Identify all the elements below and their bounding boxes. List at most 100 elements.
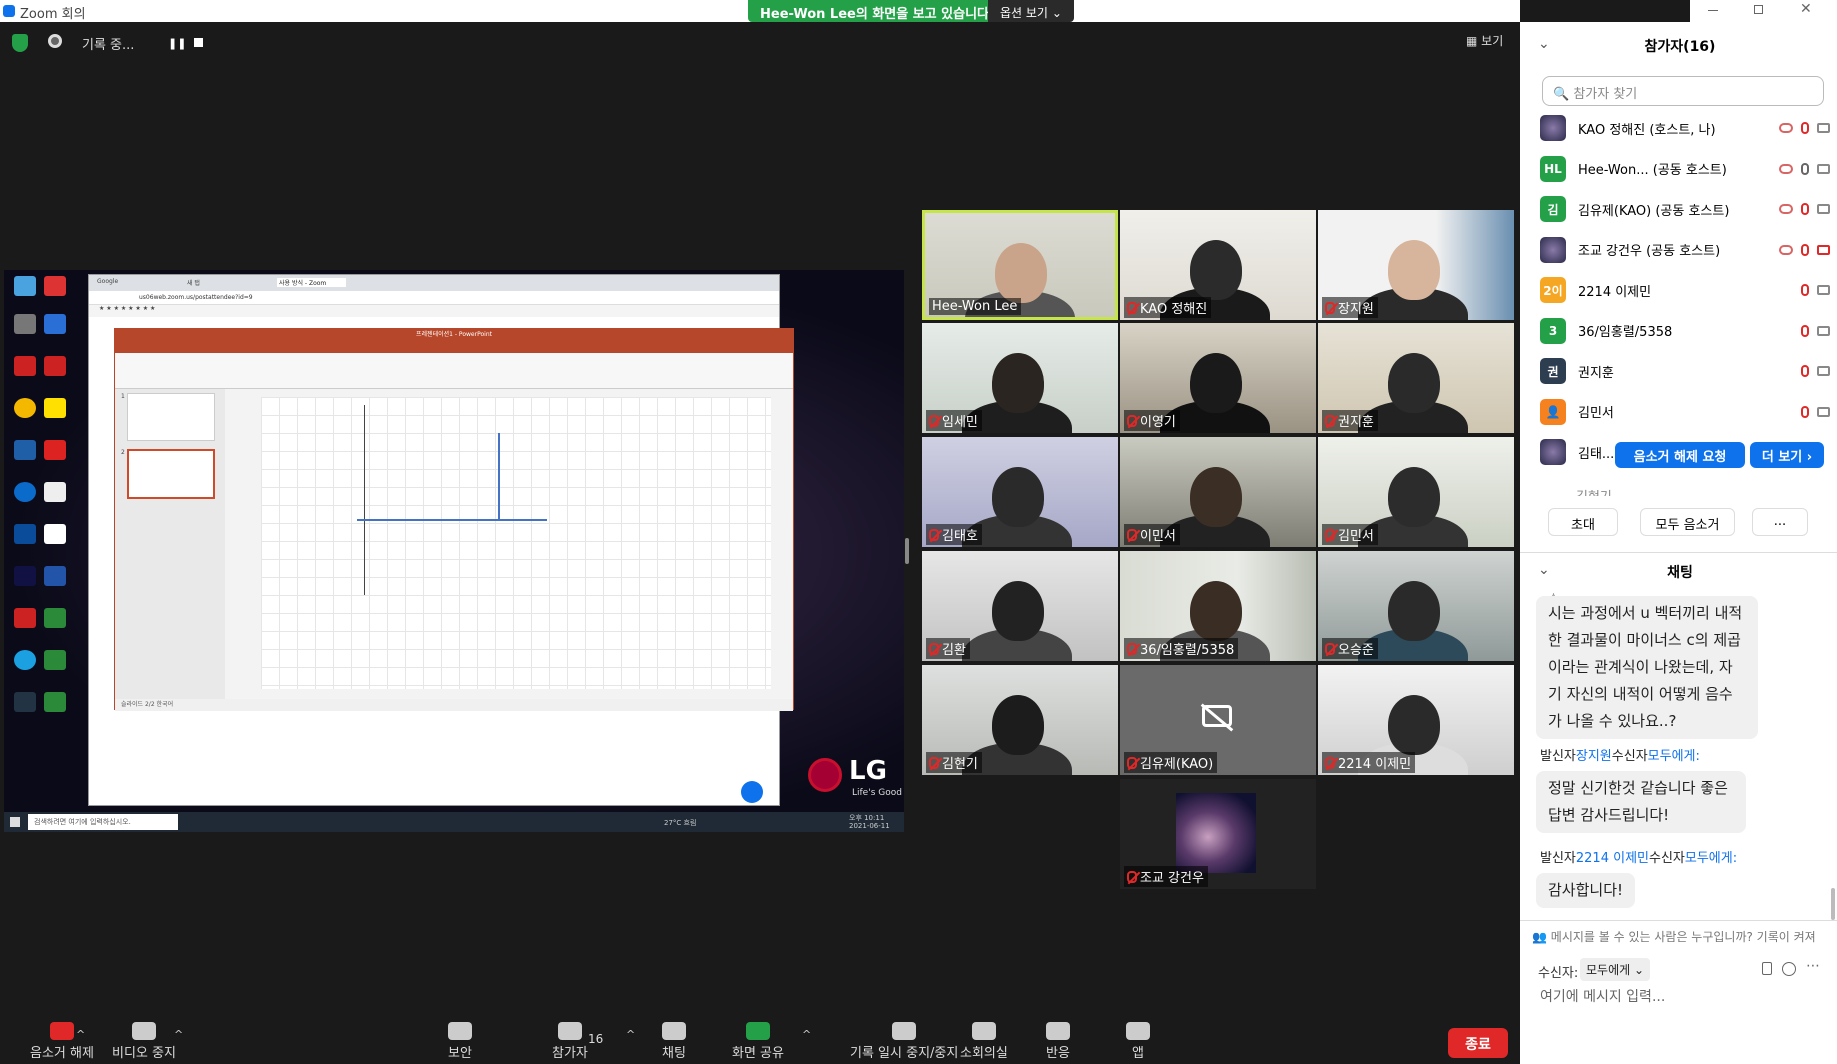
mic-muted-icon <box>1325 528 1335 541</box>
chat-more-icon[interactable]: ⋯ <box>1806 958 1820 974</box>
reactions-button[interactable]: 반응 <box>1046 1022 1070 1061</box>
video-stop-button[interactable]: 비디오 중지 <box>112 1022 176 1061</box>
chat-scrollbar[interactable] <box>1831 888 1835 920</box>
video-tile[interactable]: 김민서 <box>1318 437 1514 547</box>
participant-row[interactable]: 2이 2214 이제민 <box>1540 270 1830 310</box>
video-tile[interactable]: 김현기 <box>922 665 1118 775</box>
window-controls: ✕ <box>1690 0 1837 22</box>
participant-status-icons <box>1779 243 1830 256</box>
ppt-status-text: 슬라이드 2/2 한국어 <box>121 701 174 708</box>
sender-target[interactable]: 모두에게: <box>1648 749 1700 764</box>
browser-tab[interactable]: 새 탭 <box>187 278 200 287</box>
sender-name[interactable]: 장지원 <box>1576 749 1612 764</box>
sender-target[interactable]: 모두에게: <box>1685 851 1737 866</box>
participant-status-icons <box>1801 405 1830 418</box>
participant-row[interactable]: 김 김유제(KAO) (공동 호스트) <box>1540 189 1830 229</box>
unmute-request-button[interactable]: 음소거 해제 요청 <box>1615 442 1745 468</box>
participant-search-input[interactable]: 🔍 참가자 찾기 <box>1542 76 1824 106</box>
security-button[interactable]: 보안 <box>448 1022 472 1061</box>
video-icon <box>1817 325 1830 336</box>
slide-thumbnail[interactable] <box>127 393 215 441</box>
windows-start-icon[interactable] <box>10 817 20 827</box>
mic-muted-icon <box>929 528 939 541</box>
video-tile[interactable]: KAO 정해진 <box>1120 210 1316 320</box>
grid-icon <box>971 1022 996 1040</box>
video-tile[interactable]: 36/임홍렬/5358 <box>1120 551 1316 661</box>
participant-row[interactable]: 👤 김민서 <box>1540 392 1830 432</box>
participant-avatar: 👤 <box>1540 398 1566 425</box>
caret-up-icon[interactable]: ^ <box>802 1028 811 1041</box>
reactions-label: 반응 <box>1046 1046 1070 1061</box>
end-meeting-button[interactable]: 종료 <box>1448 1028 1508 1058</box>
video-tile[interactable]: Hee-Won Lee <box>922 210 1118 320</box>
video-tile[interactable]: 장지원 <box>1318 210 1514 320</box>
video-tile[interactable]: 조교 강건우 <box>1120 779 1316 889</box>
security-shield-icon[interactable] <box>12 34 28 52</box>
sender-name[interactable]: 2214 이제민 <box>1576 851 1649 866</box>
person-head <box>1388 581 1440 641</box>
video-tile[interactable]: 2214 이제민 <box>1318 665 1514 775</box>
pause-recording-icon[interactable]: ❚❚ <box>168 37 186 50</box>
taskbar-search[interactable]: 검색하려면 여기에 입력하십시오. <box>28 814 178 830</box>
invite-button[interactable]: 초대 <box>1548 508 1618 536</box>
person-head <box>1190 353 1242 413</box>
video-tile-name: 김민서 <box>1322 524 1378 545</box>
video-tile[interactable]: 이영기 <box>1120 323 1316 433</box>
collapse-participants-icon[interactable]: ⌄ <box>1538 36 1550 52</box>
browser-tab[interactable]: 사용 방식 - Zoom <box>277 278 347 287</box>
video-tile[interactable]: 오승준 <box>1318 551 1514 661</box>
caret-up-icon[interactable]: ^ <box>626 1028 635 1041</box>
participant-row[interactable]: 권 권지훈 <box>1540 351 1830 391</box>
video-tile-name: 김태호 <box>926 524 982 545</box>
split-divider-handle[interactable] <box>905 538 909 564</box>
breakout-rooms-button[interactable]: 소회의실 <box>960 1022 1008 1061</box>
file-icon[interactable] <box>1762 962 1772 975</box>
restore-icon[interactable] <box>1754 5 1763 14</box>
participant-status-icons <box>1801 365 1830 377</box>
chat-button[interactable]: 채팅 <box>662 1022 686 1061</box>
desktop-icon <box>14 692 36 712</box>
desktop-icon <box>44 566 66 586</box>
slide-canvas[interactable] <box>261 397 771 689</box>
stop-recording-icon[interactable] <box>194 38 203 47</box>
recipient-select[interactable]: 모두에게 ⌄ <box>1580 958 1651 981</box>
slide-thumbnail[interactable] <box>127 449 215 499</box>
pause-record-button[interactable]: 기록 일시 중지/중지 <box>850 1022 958 1061</box>
close-icon[interactable]: ✕ <box>1800 1 1812 17</box>
minimize-icon[interactable] <box>1708 10 1718 11</box>
video-tile[interactable]: 임세민 <box>922 323 1118 433</box>
address-bar[interactable]: us06web.zoom.us/postattendee?id=9 <box>89 291 779 305</box>
mute-all-button[interactable]: 모두 음소거 <box>1640 508 1735 536</box>
view-button[interactable]: ▦ 보기 <box>1466 32 1503 49</box>
video-tile[interactable]: 권지훈 <box>1318 323 1514 433</box>
grid-icon: ▦ <box>1466 34 1478 48</box>
view-options-button[interactable]: 옵션 보기 ⌄ <box>988 0 1074 22</box>
video-icon <box>1817 406 1830 417</box>
participant-name: 36/임홍렬/5358 <box>1578 325 1673 340</box>
apps-button[interactable]: 앱 <box>1126 1022 1150 1061</box>
participant-row[interactable]: 3 36/임홍렬/5358 <box>1540 311 1830 351</box>
participants-button[interactable]: 참가자 <box>552 1022 588 1061</box>
participant-row[interactable]: HL Hee-Won... (공동 호스트) <box>1540 149 1830 189</box>
share-screen-button[interactable]: 화면 공유 <box>732 1022 784 1061</box>
chat-sender-line: 발신자2214 이제민수신자모두에게: <box>1540 847 1737 866</box>
browser-tab[interactable]: Google <box>97 278 118 285</box>
collapse-chat-icon[interactable]: ⌄ <box>1538 562 1550 578</box>
caret-up-icon[interactable]: ^ <box>174 1028 183 1041</box>
participant-status-icons <box>1779 122 1830 134</box>
emoji-icon[interactable] <box>1782 962 1796 976</box>
participant-row[interactable]: KAO 정해진 (호스트, 나) <box>1540 108 1830 148</box>
caret-up-icon[interactable]: ^ <box>76 1028 85 1041</box>
more-options-button[interactable]: ... <box>1752 508 1808 536</box>
participant-row[interactable]: 조교 강건우 (공동 호스트) <box>1540 230 1830 270</box>
video-tile[interactable]: 김환 <box>922 551 1118 661</box>
video-tile[interactable]: 김태호 <box>922 437 1118 547</box>
people-icon <box>557 1022 582 1040</box>
window-title: Zoom 회의 <box>20 7 86 22</box>
chat-input[interactable]: 여기에 메시지 입력... <box>1540 986 1665 1006</box>
more-button[interactable]: 더 보기 › <box>1750 442 1824 468</box>
video-tile[interactable]: 이민서 <box>1120 437 1316 547</box>
video-tile-name: 김현기 <box>926 752 982 773</box>
video-tile[interactable]: 김유제(KAO) <box>1120 665 1316 775</box>
participant-name: KAO 정해진 <box>1140 302 1208 317</box>
